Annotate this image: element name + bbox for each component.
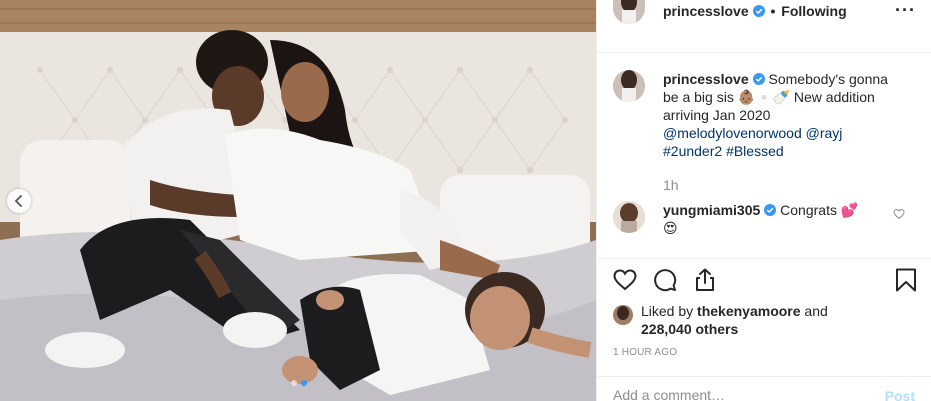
comment-body: yungmiami305 Congrats 💕 😍 (663, 201, 891, 237)
avatar[interactable] (613, 70, 645, 102)
caption-username[interactable]: princesslove (663, 71, 749, 87)
carousel-prev-button[interactable] (7, 189, 31, 213)
carousel-dot (291, 380, 297, 386)
avatar[interactable] (613, 0, 645, 24)
comment-username[interactable]: yungmiami305 (663, 202, 760, 218)
mention-link[interactable]: @rayj (806, 125, 843, 141)
post-timestamp[interactable]: 1 HOUR AGO (613, 347, 677, 358)
avatar[interactable] (613, 305, 633, 325)
carousel-indicator (291, 380, 307, 386)
post-header: princesslove • Following ··· (597, 0, 931, 24)
hashtag-link[interactable]: #Blessed (726, 143, 784, 159)
caption: princesslove Somebody's gonna be a big s… (613, 70, 915, 170)
post-side-panel: princesslove • Following ··· princesslov… (596, 0, 931, 401)
heart-outline-icon[interactable] (613, 268, 637, 292)
post-comment-button[interactable]: Post (885, 388, 915, 401)
verified-badge-icon (764, 204, 777, 216)
hashtag-link[interactable]: #2under2 (663, 143, 722, 159)
header-username[interactable]: princesslove (663, 3, 749, 19)
comment-like-heart-icon[interactable] (893, 208, 905, 220)
chevron-left-icon (14, 195, 22, 207)
comment-bubble-icon[interactable] (653, 268, 677, 292)
header-separator: • (770, 3, 776, 19)
likes-user-link[interactable]: thekenyamoore (697, 303, 800, 319)
carousel-dot-active (301, 380, 307, 386)
verified-badge-icon (752, 73, 765, 85)
likes-prefix: Liked by (641, 303, 694, 319)
post-photo[interactable] (0, 0, 596, 401)
divider (597, 52, 931, 53)
add-comment-bar: Post (597, 376, 931, 401)
likes-count-link[interactable]: 228,040 others (641, 321, 738, 337)
caption-body: princesslove Somebody's gonna be a big s… (663, 70, 891, 160)
comment-emoji-line: 😍 (663, 220, 678, 236)
comment-item: yungmiami305 Congrats 💕 😍 (613, 201, 915, 241)
caption-emoji: 👶🏽▫️🍼 (737, 89, 791, 105)
comment-emoji: 💕 (840, 202, 859, 218)
verified-badge-icon (752, 5, 765, 17)
mention-link[interactable]: @melodylovenorwood (663, 125, 802, 141)
caption-time: 1h (663, 177, 679, 193)
likes-middle: and (804, 303, 828, 319)
share-upload-icon[interactable] (693, 268, 717, 292)
bookmark-icon[interactable] (895, 268, 917, 292)
family-photo-image (0, 0, 596, 401)
likes-text: Liked by thekenyamoore and 228,040 other… (641, 302, 915, 338)
avatar[interactable] (613, 201, 645, 233)
add-comment-input[interactable] (613, 387, 863, 401)
header-user-line: princesslove • Following (663, 3, 847, 19)
divider (597, 258, 931, 259)
comment-text: Congrats (780, 202, 837, 218)
action-bar (613, 268, 917, 298)
more-horizontal-icon[interactable]: ··· (895, 0, 916, 21)
following-button[interactable]: Following (781, 3, 846, 19)
